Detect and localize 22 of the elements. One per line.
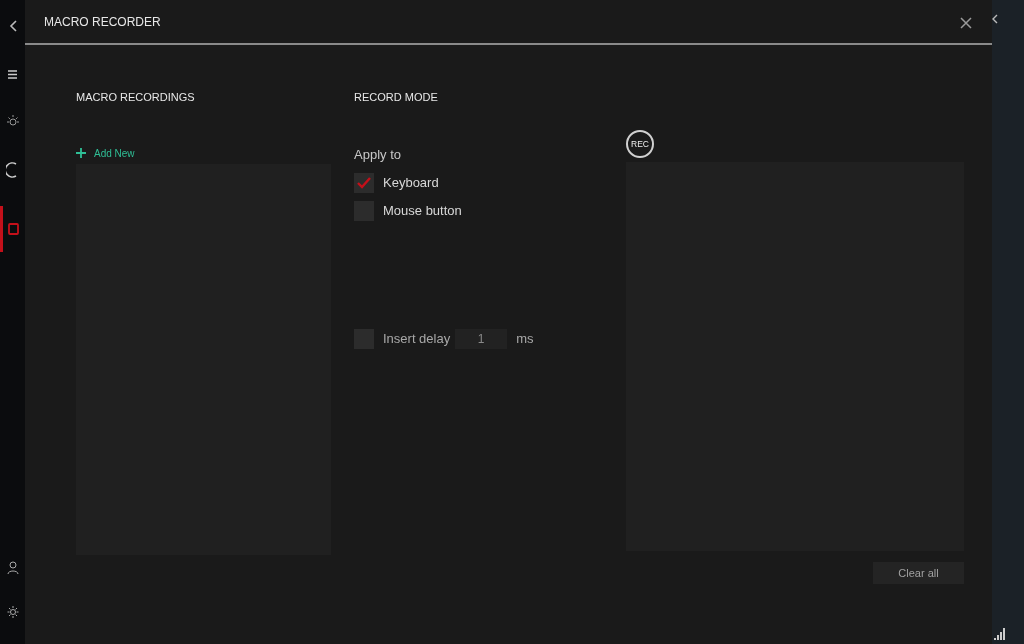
person-icon[interactable]	[6, 560, 19, 576]
unit-label: ms	[516, 329, 534, 348]
section-heading: MACRO RECORDINGS	[76, 90, 196, 105]
delay-input[interactable]: 1	[455, 328, 508, 349]
menu-icon	[8, 69, 17, 79]
apply-to-label: Apply to	[354, 146, 402, 164]
clear-all-button[interactable]: Clear all	[873, 562, 964, 584]
gear-icon[interactable]	[6, 604, 19, 620]
add-new-link[interactable]: Add New	[76, 145, 331, 161]
chevron-left-icon	[8, 20, 17, 32]
delay-label: Insert delay	[383, 329, 451, 348]
close-icon	[960, 17, 972, 30]
chevron-left-icon[interactable]	[992, 14, 998, 24]
window-title: MACRO RECORDER	[44, 13, 161, 31]
option-label: Mouse button	[383, 201, 462, 220]
resize-grip-icon[interactable]	[992, 628, 1006, 640]
plus-icon	[76, 148, 86, 158]
square-icon	[7, 221, 21, 237]
option-label: Keyboard	[383, 173, 439, 192]
record-button[interactable]: REC	[626, 130, 654, 158]
section-heading: RECORD MODE	[354, 90, 439, 105]
checkbox[interactable]	[354, 172, 374, 193]
